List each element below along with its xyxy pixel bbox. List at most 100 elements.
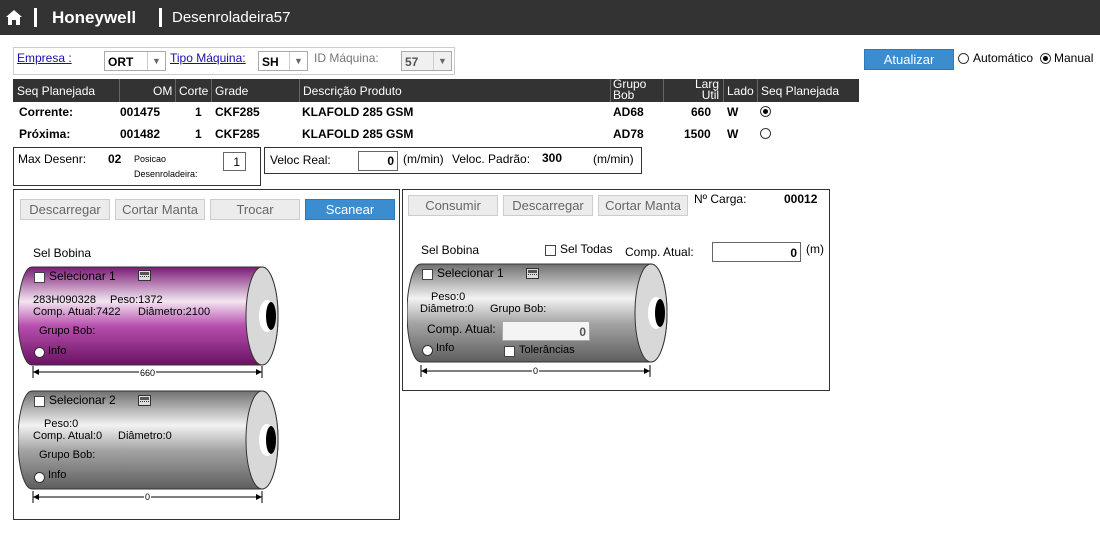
tipo-maquina-link[interactable]: Tipo Máquina: — [170, 51, 246, 65]
roll-grupo-bob: Grupo Bob: — [490, 303, 547, 315]
info-radio[interactable] — [422, 345, 433, 356]
selecionar-2-checkbox[interactable] — [34, 396, 45, 407]
cortar-manta-button[interactable]: Cortar Manta — [598, 195, 688, 216]
bobina-roll-2[interactable]: Selecionar 2 Peso:0 Comp. Atual:0 Diâmet… — [18, 390, 280, 490]
max-desenr-label: Max Desenr: — [18, 152, 87, 166]
automatico-radio[interactable] — [958, 53, 969, 64]
veloc-padrao-unit: (m/min) — [593, 152, 634, 166]
atualizar-button[interactable]: Atualizar — [864, 49, 954, 70]
col-om: OM — [153, 84, 173, 98]
col-lado: Lado — [727, 84, 754, 98]
scanear-button[interactable]: Scanear — [305, 199, 395, 220]
calculator-icon[interactable] — [138, 395, 151, 406]
info-label: Info — [48, 345, 67, 357]
roll-comp-atual: Comp. Atual:7422 — [33, 306, 121, 318]
comp-atual-label: Comp. Atual: — [625, 245, 694, 259]
info-label: Info — [436, 342, 455, 354]
home-icon[interactable] — [5, 9, 23, 26]
manual-label: Manual — [1054, 51, 1094, 65]
divider — [34, 8, 37, 27]
chevron-down-icon: ▼ — [289, 52, 307, 70]
info-label: Info — [48, 469, 67, 481]
empresa-select[interactable]: ORT ▼ — [104, 51, 166, 71]
roll-diametro: Diâmetro:0 — [420, 303, 474, 315]
col-grupo-bob: Grupo Bob — [613, 77, 647, 102]
corte-cell: 1 — [195, 105, 202, 119]
page-title: Desenroladeira57 — [172, 9, 291, 26]
calculator-icon[interactable] — [526, 268, 539, 279]
descarregar-button[interactable]: Descarregar — [20, 199, 110, 220]
larg-cell: 660 — [691, 105, 712, 119]
sel-todas-label: Sel Todas — [560, 242, 613, 256]
comp-atual-input[interactable]: 0 — [712, 242, 801, 262]
manual-radio[interactable] — [1040, 53, 1051, 64]
table-row[interactable]: Corrente: 001475 1 CKF285 KLAFOLD 285 GS… — [13, 105, 859, 123]
sel-todas-checkbox[interactable] — [545, 245, 556, 256]
bobina-roll-consumo[interactable]: Selecionar 1 Peso:0 Diâmetro:0 Grupo Bob… — [407, 263, 669, 363]
sel-bobina-label: Sel Bobina — [421, 243, 480, 257]
carga-value: 00012 — [784, 192, 818, 206]
seq-radio[interactable] — [760, 106, 771, 117]
selecionar-1-label: Selecionar 1 — [437, 266, 504, 280]
tipo-maquina-select[interactable]: SH ▼ — [258, 51, 308, 71]
id-maquina-label: ID Máquina: — [314, 51, 379, 65]
roll-grupo-bob: Grupo Bob: — [39, 325, 96, 337]
automatico-label: Automático — [973, 51, 1034, 65]
selecionar-1-checkbox[interactable] — [422, 269, 433, 280]
consumir-button[interactable]: Consumir — [408, 195, 498, 216]
selecionar-1-label: Selecionar 1 — [49, 269, 116, 283]
roll-comp-atual: Comp. Atual:0 — [33, 430, 103, 442]
lado-cell: W — [727, 105, 739, 119]
row-label: Próxima: — [19, 127, 71, 141]
posicao-label: Posicao — [134, 154, 167, 164]
col-seq-planejada: Seq Planejada — [761, 84, 840, 98]
velocidade-box: Veloc Real: 0 (m/min) Veloc. Padrão: 300… — [264, 147, 642, 174]
trocar-button[interactable]: Trocar — [210, 199, 300, 220]
selecionar-1-checkbox[interactable] — [34, 272, 45, 283]
veloc-real-unit: (m/min) — [403, 152, 444, 166]
col-larg-util: Larg Util — [695, 77, 720, 102]
roll-code: 283H090328 — [33, 294, 97, 306]
veloc-padrao-value: 300 — [542, 151, 563, 165]
chevron-down-icon: ▼ — [147, 52, 165, 70]
carga-label: Nº Carga: — [694, 192, 747, 206]
top-bar: Honeywell Desenroladeira57 — [0, 0, 1100, 35]
om-cell: 001475 — [120, 105, 161, 119]
table-row[interactable]: Próxima: 001482 1 CKF285 KLAFOLD 285 GSM… — [13, 127, 859, 145]
grupo-cell: AD68 — [613, 105, 644, 119]
brand-logo: Honeywell — [52, 8, 137, 27]
seq-radio[interactable] — [760, 128, 771, 139]
chevron-down-icon: ▼ — [433, 52, 451, 70]
selecionar-2-label: Selecionar 2 — [49, 393, 116, 407]
desenroladeira-label: Desenroladeira: — [134, 169, 198, 179]
roll-width-label: 0 — [531, 366, 539, 376]
om-cell: 001482 — [120, 127, 161, 141]
roll-peso: Peso:0 — [431, 291, 466, 303]
cortar-manta-button[interactable]: Cortar Manta — [115, 199, 205, 220]
calculator-icon[interactable] — [138, 270, 151, 281]
sel-bobina-label: Sel Bobina — [33, 246, 92, 260]
id-maquina-select: 57 ▼ — [401, 51, 452, 71]
descarregar-button[interactable]: Descarregar — [503, 195, 593, 216]
roll-width-label: 660 — [138, 368, 157, 378]
grupo-cell: AD78 — [613, 127, 644, 141]
roll-peso: Peso:0 — [44, 418, 79, 430]
info-radio[interactable] — [34, 472, 45, 483]
tolerancias-label: Tolerâncias — [519, 344, 575, 356]
veloc-padrao-label: Veloc. Padrão: — [452, 152, 531, 166]
roll-comp-atual-label: Comp. Atual: — [427, 322, 496, 336]
corte-cell: 1 — [195, 127, 202, 141]
roll-diametro: Diâmetro:0 — [118, 430, 172, 442]
tolerancias-checkbox[interactable] — [504, 346, 515, 357]
col-corte: Corte — [179, 84, 209, 98]
row-label: Corrente: — [19, 105, 74, 119]
lado-cell: W — [727, 127, 739, 141]
col-descricao: Descrição Produto — [303, 84, 402, 98]
roll-width-label: 0 — [143, 492, 151, 502]
empresa-link[interactable]: Empresa : — [17, 51, 72, 65]
bobina-roll-1[interactable]: Selecionar 1 283H090328 Peso:1372 Comp. … — [18, 266, 280, 370]
posicao-input[interactable]: 1 — [223, 152, 246, 171]
info-radio[interactable] — [34, 347, 45, 358]
veloc-real-input[interactable]: 0 — [358, 151, 398, 171]
comp-atual-unit: (m) — [806, 242, 824, 256]
